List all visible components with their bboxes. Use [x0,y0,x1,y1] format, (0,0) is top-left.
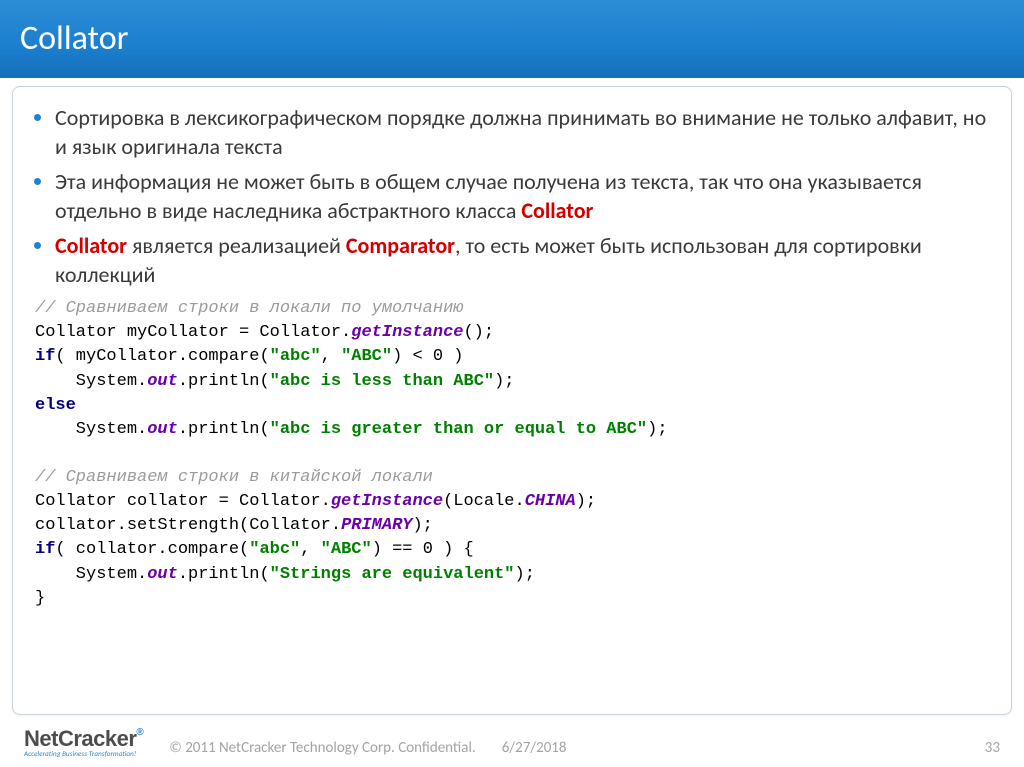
code-text: System. [35,420,147,439]
code-string: "abc" [270,347,321,366]
logo: NetCracker® Accelerating Business Transf… [24,728,143,757]
bullet-text: Сортировка в лексикографическом порядке … [55,104,986,160]
code-static: out [147,565,178,584]
code-keyword: if [35,347,55,366]
code-text: (); [463,323,494,342]
code-block: // Сравниваем строки в локали по умолчан… [35,297,989,611]
code-text: System. [35,372,147,391]
code-text: collator.setStrength(Collator. [35,516,341,535]
logo-text: NetCracker [24,726,136,751]
code-comment: // Сравниваем строки в китайской локали [35,468,433,487]
code-text: .println( [178,420,270,439]
code-keyword: if [35,540,55,559]
bullet-item: Collator является реализацией Comparator… [55,231,989,289]
bullet-bold: Comparator [346,232,455,259]
bullet-bold: Collator [55,232,127,259]
code-static: PRIMARY [341,516,412,535]
content-panel: Сортировка в лексикографическом порядке … [12,86,1012,715]
logo-tagline: Accelerating Business Transformation! [24,750,143,757]
bullet-item: Сортировка в лексикографическом порядке … [55,103,989,161]
code-text: ( collator.compare( [55,540,249,559]
code-string: "ABC" [341,347,392,366]
footer-date: 6/27/2018 [502,739,567,757]
code-keyword: else [35,396,76,415]
code-text: ); [647,420,667,439]
code-text: } [35,589,45,608]
code-static: out [147,420,178,439]
bullet-item: Эта информация не может быть в общем слу… [55,167,989,225]
code-static: CHINA [525,492,576,511]
footer-page-number: 33 [985,739,1000,757]
slide-title: Collator [20,18,128,59]
code-string: "abc is less than ABC" [270,372,494,391]
code-static: getInstance [331,492,443,511]
title-bar: Collator [0,0,1024,78]
code-static: getInstance [351,323,463,342]
code-text: .println( [178,372,270,391]
slide: Collator Сортировка в лексикографическом… [0,0,1024,767]
code-string: "abc" [249,540,300,559]
code-text: , [300,540,320,559]
code-text: Collator myCollator = Collator. [35,323,351,342]
bullet-list: Сортировка в лексикографическом порядке … [35,103,989,289]
code-string: "Strings are equivalent" [270,565,515,584]
code-text: , [321,347,341,366]
code-string: "ABC" [321,540,372,559]
code-comment: // Сравниваем строки в локали по умолчан… [35,299,463,318]
code-text: ); [576,492,596,511]
code-text: ) == 0 ) { [372,540,474,559]
code-text: ); [412,516,432,535]
logo-reg: ® [136,727,143,738]
logo-main: NetCracker® [24,728,143,750]
bullet-bold: Collator [521,197,593,224]
code-text: ); [515,565,535,584]
code-text: System. [35,565,147,584]
code-text: Collator collator = Collator. [35,492,331,511]
code-text: ( myCollator.compare( [55,347,269,366]
code-text: (Locale. [443,492,525,511]
footer: NetCracker® Accelerating Business Transf… [0,720,1024,767]
code-text: ); [494,372,514,391]
code-text: .println( [178,565,270,584]
code-text: ) < 0 ) [392,347,463,366]
code-static: out [147,372,178,391]
code-string: "abc is greater than or equal to ABC" [270,420,647,439]
footer-copyright: © 2011 NetCracker Technology Corp. Confi… [169,739,475,757]
bullet-text: является реализацией [127,232,346,259]
bullet-text: Эта информация не может быть в общем слу… [55,168,922,224]
